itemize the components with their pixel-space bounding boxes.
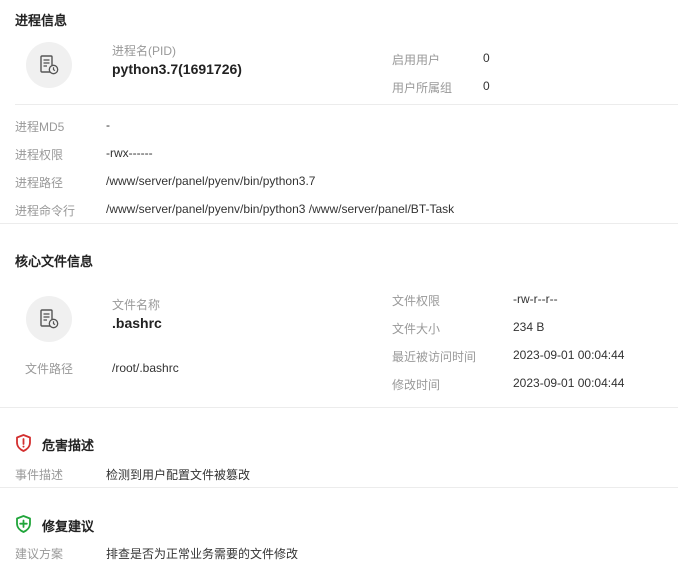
process-section-title: 进程信息	[15, 13, 68, 28]
process-md5-label: 进程MD5	[15, 120, 65, 134]
file-perm-value: -rw-r--r--	[513, 292, 558, 306]
process-cmdline-label: 进程命令行	[15, 204, 76, 218]
file-modify-value: 2023-09-01 00:04:44	[513, 376, 625, 390]
process-group-label: 用户所属组	[392, 81, 453, 95]
harm-section-header: 危害描述	[15, 434, 94, 455]
process-path-label: 进程路径	[15, 176, 64, 190]
process-path-value: /www/server/panel/pyenv/bin/python3.7	[106, 174, 316, 188]
divider	[0, 223, 678, 224]
file-section-title: 核心文件信息	[15, 254, 94, 269]
file-size-label: 文件大小	[392, 322, 441, 336]
file-modify-label: 修改时间	[392, 378, 441, 392]
file-path-value: /root/.bashrc	[112, 361, 179, 375]
process-user-value: 0	[483, 51, 490, 65]
harm-event-value: 检测到用户配置文件被篡改	[106, 468, 251, 482]
fix-section-header: 修复建议	[15, 515, 94, 536]
file-size-value: 234 B	[513, 320, 545, 334]
process-file-icon	[26, 42, 72, 88]
fix-plan-value: 排查是否为正常业务需要的文件修改	[106, 547, 299, 561]
shield-alert-icon	[15, 434, 32, 455]
file-path-label: 文件路径	[25, 362, 74, 376]
process-perm-value: -rwx------	[106, 146, 153, 160]
process-name-label: 进程名(PID)	[112, 44, 176, 58]
process-cmdline-value: /www/server/panel/pyenv/bin/python3 /www…	[106, 202, 455, 216]
process-user-label: 启用用户	[392, 53, 441, 67]
shield-plus-icon	[15, 515, 32, 536]
file-name-value: .bashrc	[112, 315, 162, 331]
harm-event-label: 事件描述	[15, 468, 64, 482]
file-name-label: 文件名称	[112, 298, 161, 312]
core-file-icon	[26, 296, 72, 342]
fix-plan-label: 建议方案	[15, 547, 64, 561]
divider	[0, 407, 678, 408]
file-perm-label: 文件权限	[392, 294, 441, 308]
file-access-value: 2023-09-01 00:04:44	[513, 348, 625, 362]
harm-section-title: 危害描述	[42, 438, 95, 453]
process-md5-value: -	[106, 118, 110, 132]
fix-section-title: 修复建议	[42, 519, 95, 534]
divider	[0, 487, 678, 488]
file-access-label: 最近被访问时间	[392, 350, 477, 364]
process-perm-label: 进程权限	[15, 148, 64, 162]
process-name-value: python3.7(1691726)	[112, 61, 242, 77]
divider	[15, 104, 678, 105]
process-group-value: 0	[483, 79, 490, 93]
